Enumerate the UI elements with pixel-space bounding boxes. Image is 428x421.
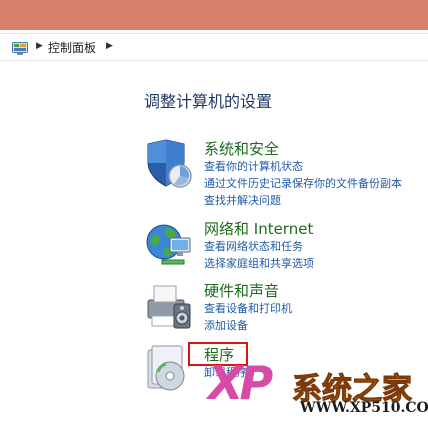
window-titlebar [0,0,428,30]
task-link[interactable]: 查找并解决问题 [204,192,281,208]
task-link[interactable]: 通过文件历史记录保存你的文件备份副本 [204,175,402,191]
page-title: 调整计算机的设置 [144,92,273,111]
category-title-link[interactable]: 网络和 Internet [204,218,313,239]
site-watermark: XP 系统之家 WWW.XP510.COM [208,356,428,421]
task-link[interactable]: 添加设备 [204,317,248,333]
task-link[interactable]: 选择家庭组和共享选项 [204,255,314,271]
watermark-logo: XP [208,356,273,410]
watermark-url: WWW.XP510.COM [300,400,428,416]
category-title-link[interactable]: 硬件和声音 [204,280,279,301]
globe-network-icon[interactable] [144,218,196,270]
task-link[interactable]: 查看你的计算机状态 [204,158,303,174]
printer-speaker-icon[interactable] [144,280,196,332]
breadcrumb-control-panel[interactable]: 控制面板 [48,39,96,56]
category-title-link[interactable]: 系统和安全 [204,138,279,159]
breadcrumb-chevron-icon[interactable]: ▶ [106,41,113,51]
address-bar[interactable]: ▶ 控制面板 ▶ [0,33,428,61]
task-link[interactable]: 查看设备和打印机 [204,300,292,316]
shield-icon[interactable] [144,138,196,190]
breadcrumb-chevron-icon[interactable]: ▶ [36,41,43,51]
task-link[interactable]: 查看网络状态和任务 [204,238,303,254]
control-panel-icon [12,40,28,55]
